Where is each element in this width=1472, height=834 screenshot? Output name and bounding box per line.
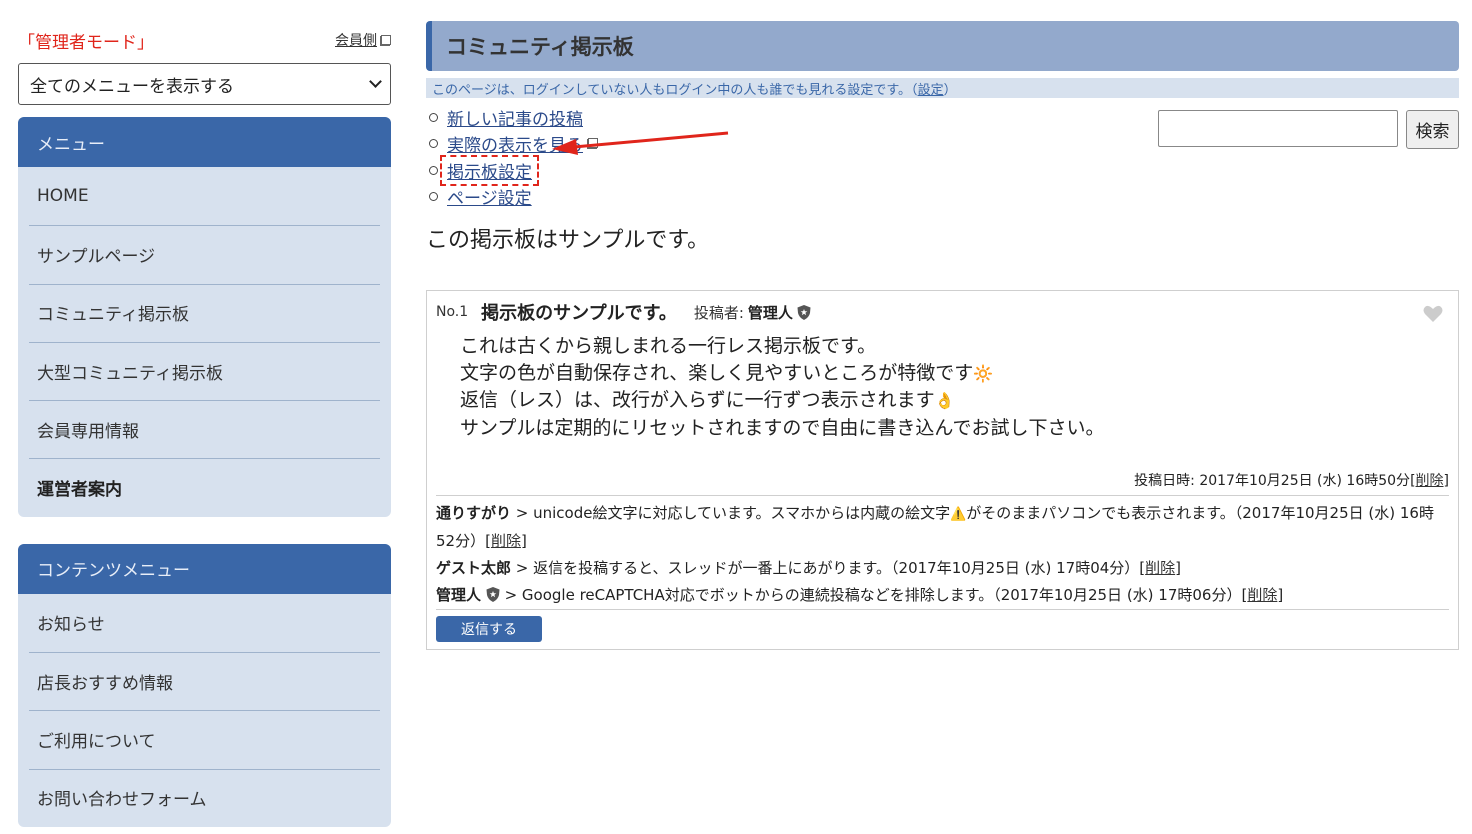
external-link-icon bbox=[380, 34, 391, 46]
thread-title: 掲示板のサンプルです。 bbox=[481, 303, 677, 324]
member-side-link-label: 会員側 bbox=[335, 33, 377, 49]
menu-item-news[interactable]: お知らせ bbox=[18, 594, 391, 652]
annotation-arrow-icon bbox=[552, 131, 729, 155]
thread-body: これは古くから親しまれる一行レス掲示板です。 文字の色が自動保存され、楽しく見や… bbox=[436, 333, 1449, 441]
new-post-link[interactable]: 新しい記事の投稿 bbox=[447, 105, 583, 130]
bullet-icon bbox=[429, 165, 438, 175]
content-menu: コンテンツメニュー お知らせ 店長おすすめ情報 ご利用について お問い合わせフォ… bbox=[18, 543, 391, 827]
shield-icon bbox=[486, 587, 500, 602]
main-content: コミュニティ掲示板 このページは、ログインしていない人もログイン中の人も誰でも見… bbox=[426, 21, 1459, 650]
page-title: コミュニティ掲示板 bbox=[426, 21, 1459, 71]
board-description: この掲示板はサンプルです。 bbox=[426, 228, 710, 253]
board-tools: 新しい記事の投稿 実際の表示を見る 掲示板設定 ページ設定 検索 bbox=[426, 98, 1459, 216]
delete-thread-link[interactable]: 削除 bbox=[1416, 473, 1444, 489]
content-menu-heading: コンテンツメニュー bbox=[18, 543, 391, 594]
notice-settings-link[interactable]: 設定 bbox=[918, 79, 944, 98]
bullet-icon bbox=[429, 192, 438, 202]
menu-filter-select[interactable]: 全てのメニューを表示する bbox=[18, 63, 391, 105]
bullet-icon bbox=[429, 139, 438, 149]
sidebar-top: 「管理者モード」 会員側 bbox=[18, 24, 391, 56]
body-line: 文字の色が自動保存され、楽しく見やすいところが特徴です🔆 bbox=[460, 360, 1449, 388]
page-settings-link[interactable]: ページ設定 bbox=[447, 184, 532, 209]
heart-icon[interactable] bbox=[1423, 305, 1443, 323]
sun-emoji-icon: 🔆 bbox=[973, 363, 994, 383]
tool-item: 掲示板設定 bbox=[429, 154, 598, 186]
body-line: サンプルは定期的にリセットされますので自由に書き込んでお試し下さい。 bbox=[460, 416, 1105, 439]
reply-item: 通りすがり > unicode絵文字に対応しています。スマホからは内蔵の絵文字⚠… bbox=[436, 504, 1434, 550]
reply-text: > unicode絵文字に対応しています。スマホからは内蔵の絵文字 bbox=[511, 504, 951, 522]
warning-emoji-icon: ⚠️ bbox=[950, 507, 967, 522]
thread-number: No.1 bbox=[436, 304, 469, 320]
main-menu-heading: メニュー bbox=[18, 117, 391, 167]
tool-item: ページ設定 bbox=[429, 184, 598, 211]
menu-item-sample-page[interactable]: サンプルページ bbox=[18, 225, 391, 283]
menu-item-contact-form[interactable]: お問い合わせフォーム bbox=[18, 768, 391, 827]
reply-author: ゲスト太郎 bbox=[436, 559, 512, 577]
body-line: これは古くから親しまれる一行レス掲示板です。 bbox=[460, 335, 877, 357]
reply-item: ゲスト太郎 > 返信を投稿すると、スレッドが一番上にあがります。（2017年10… bbox=[436, 559, 1182, 577]
body-line-text: 返信（レス）は、改行が入らずに一行ずつ表示されます bbox=[460, 389, 935, 411]
reply-text: > Google reCAPTCHA対応でボットからの連続投稿などを排除します。… bbox=[499, 586, 1242, 604]
menu-item-usage[interactable]: ご利用について bbox=[18, 710, 391, 768]
notice-close-paren: ） bbox=[943, 82, 957, 98]
author-name: 管理人 bbox=[747, 303, 793, 322]
body-line: 返信（レス）は、改行が入らずに一行ずつ表示されます👌 bbox=[460, 387, 1449, 415]
search-button[interactable]: 検索 bbox=[1406, 110, 1459, 149]
shield-icon bbox=[797, 304, 811, 320]
menu-item-member-info[interactable]: 会員専用情報 bbox=[18, 400, 391, 458]
posted-at-text: 投稿日時: 2017年10月25日 (水) 16時50分 bbox=[1134, 473, 1411, 489]
reply-list: 通りすがり > unicode絵文字に対応しています。スマホからは内蔵の絵文字⚠… bbox=[436, 496, 1449, 642]
reply-text: > 返信を投稿すると、スレッドが一番上にあがります。（2017年10月25日 (… bbox=[511, 559, 1140, 577]
body-line-text: 文字の色が自動保存され、楽しく見やすいところが特徴です bbox=[460, 361, 974, 384]
reply-item: 管理人 > Google reCAPTCHA対応でボットからの連続投稿などを排除… bbox=[436, 586, 1284, 604]
member-side-link[interactable]: 会員側 bbox=[335, 30, 391, 50]
delete-reply-link[interactable]: 削除 bbox=[1247, 586, 1277, 604]
menu-item-community-board[interactable]: コミュニティ掲示板 bbox=[18, 283, 391, 342]
reply-author: 通りすがり bbox=[436, 504, 512, 522]
ok-hand-emoji-icon: 👌 bbox=[934, 391, 955, 410]
bullet-icon bbox=[429, 112, 438, 122]
menu-item-operator-info[interactable]: 運営者案内 bbox=[18, 458, 391, 516]
admin-mode-label: 「管理者モード」 bbox=[18, 32, 154, 53]
menu-item-home[interactable]: HOME bbox=[18, 167, 391, 225]
sidebar: 「管理者モード」 会員側 全てのメニューを表示する メニュー HOME サンプル… bbox=[18, 24, 391, 827]
menu-filter-value: 全てのメニューを表示する bbox=[30, 76, 234, 97]
posted-datetime: 投稿日時: 2017年10月25日 (水) 16時50分[削除] bbox=[436, 470, 1449, 496]
chevron-down-icon bbox=[369, 75, 382, 88]
main-menu: メニュー HOME サンプルページ コミュニティ掲示板 大型コミュニティ掲示板 … bbox=[18, 117, 391, 517]
board-settings-link[interactable]: 掲示板設定 bbox=[440, 154, 539, 186]
author-label: 投稿者: bbox=[693, 303, 744, 322]
menu-item-large-community-board[interactable]: 大型コミュニティ掲示板 bbox=[18, 341, 391, 400]
reply-button[interactable]: 返信する bbox=[436, 616, 542, 642]
menu-item-manager-recommend[interactable]: 店長おすすめ情報 bbox=[18, 652, 391, 710]
visibility-notice: このページは、ログインしていない人もログイン中の人も誰でも見れる設定です。（ 設… bbox=[426, 78, 1459, 98]
search-input[interactable] bbox=[1158, 110, 1398, 147]
notice-text: このページは、ログインしていない人もログイン中の人も誰でも見れる設定です。（ bbox=[432, 82, 918, 98]
delete-reply-link[interactable]: 削除 bbox=[1145, 559, 1175, 577]
reply-author: 管理人 bbox=[436, 586, 482, 604]
thread: No.1 掲示板のサンプルです。 投稿者: 管理人 これは古くから親しまれる一行… bbox=[426, 290, 1459, 650]
divider bbox=[436, 609, 1449, 610]
delete-reply-link[interactable]: 削除 bbox=[491, 532, 521, 550]
thread-header: No.1 掲示板のサンプルです。 投稿者: 管理人 bbox=[436, 291, 1449, 333]
tool-item: 新しい記事の投稿 bbox=[429, 104, 598, 131]
